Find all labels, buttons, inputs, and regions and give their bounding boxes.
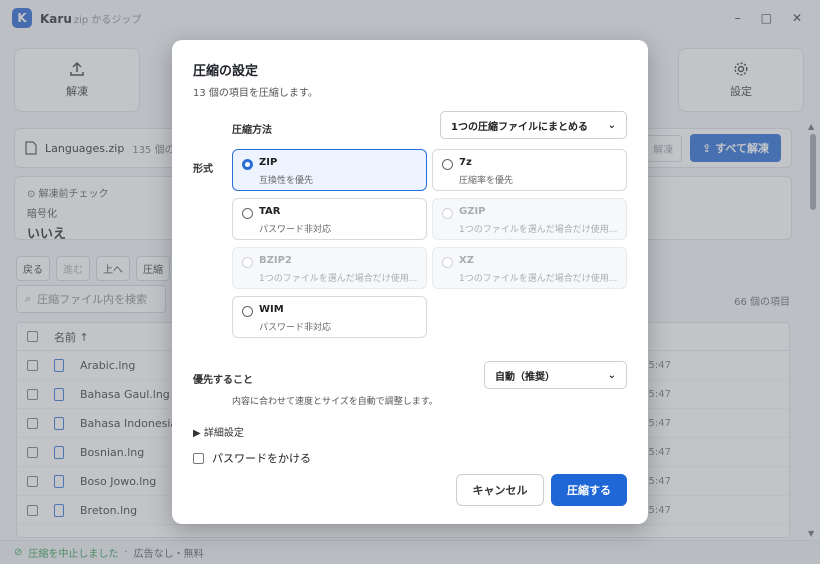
compress-settings-dialog: 圧縮の設定 13 個の項目を圧縮します。 圧縮方法 1つの圧縮ファイルにまとめる… [172,40,648,524]
format-option-bzip2: BZIP2 1つのファイルを選んだ場合だけ使用... [232,247,427,289]
radio-gzip [442,208,453,219]
format-name: TAR [259,206,281,217]
radio-bzip2 [242,257,253,268]
compress-button[interactable]: 圧縮する [551,474,627,506]
format-name: ZIP [259,157,278,168]
format-desc: 1つのファイルを選んだ場合だけ使用... [459,225,618,235]
format-name: 7z [459,157,472,168]
method-value: 1つの圧縮ファイルにまとめる [451,121,588,133]
format-desc: パスワード非対応 [259,323,332,333]
password-option[interactable]: パスワードをかける [193,450,311,466]
format-option-xz: XZ 1つのファイルを選んだ場合だけ使用... [432,247,627,289]
cancel-button[interactable]: キャンセル [456,474,544,506]
priority-value: 自動（推奨） [495,371,555,383]
radio-zip[interactable] [242,159,253,170]
advanced-settings-toggle[interactable]: ▶ 詳細設定 [193,424,244,439]
format-name: WIM [259,304,284,315]
format-desc: 1つのファイルを選んだ場合だけ使用... [459,274,618,284]
password-checkbox[interactable] [193,452,204,464]
format-option-7z[interactable]: 7z 圧縮率を優先 [432,149,627,191]
format-label: 形式 [193,164,213,175]
priority-description: 内容に合わせて速度とサイズを自動で調整します。 [232,397,438,407]
format-option-wim[interactable]: WIM パスワード非対応 [232,296,427,338]
radio-7z[interactable] [442,159,453,170]
format-desc: 圧縮率を優先 [459,176,514,186]
format-name: BZIP2 [259,255,292,266]
format-desc: 互換性を優先 [259,176,314,186]
format-desc: パスワード非対応 [259,225,332,235]
format-option-tar[interactable]: TAR パスワード非対応 [232,198,427,240]
format-desc: 1つのファイルを選んだ場合だけ使用... [259,274,418,284]
chevron-down-icon: ⌄ [607,119,616,131]
priority-select[interactable]: 自動（推奨） ⌄ [484,361,627,389]
dialog-subtitle: 13 個の項目を圧縮します。 [193,88,318,99]
chevron-down-icon: ⌄ [607,369,616,381]
password-label: パスワードをかける [212,452,311,465]
method-select[interactable]: 1つの圧縮ファイルにまとめる ⌄ [440,111,627,139]
method-label: 圧縮方法 [232,125,272,136]
format-name: XZ [459,255,474,266]
format-name: GZIP [459,206,486,217]
priority-label: 優先すること [193,375,253,386]
radio-tar[interactable] [242,208,253,219]
radio-wim[interactable] [242,306,253,317]
dialog-title: 圧縮の設定 [193,64,259,79]
format-option-zip[interactable]: ZIP 互換性を優先 [232,149,427,191]
format-option-gzip: GZIP 1つのファイルを選んだ場合だけ使用... [432,198,627,240]
radio-xz [442,257,453,268]
